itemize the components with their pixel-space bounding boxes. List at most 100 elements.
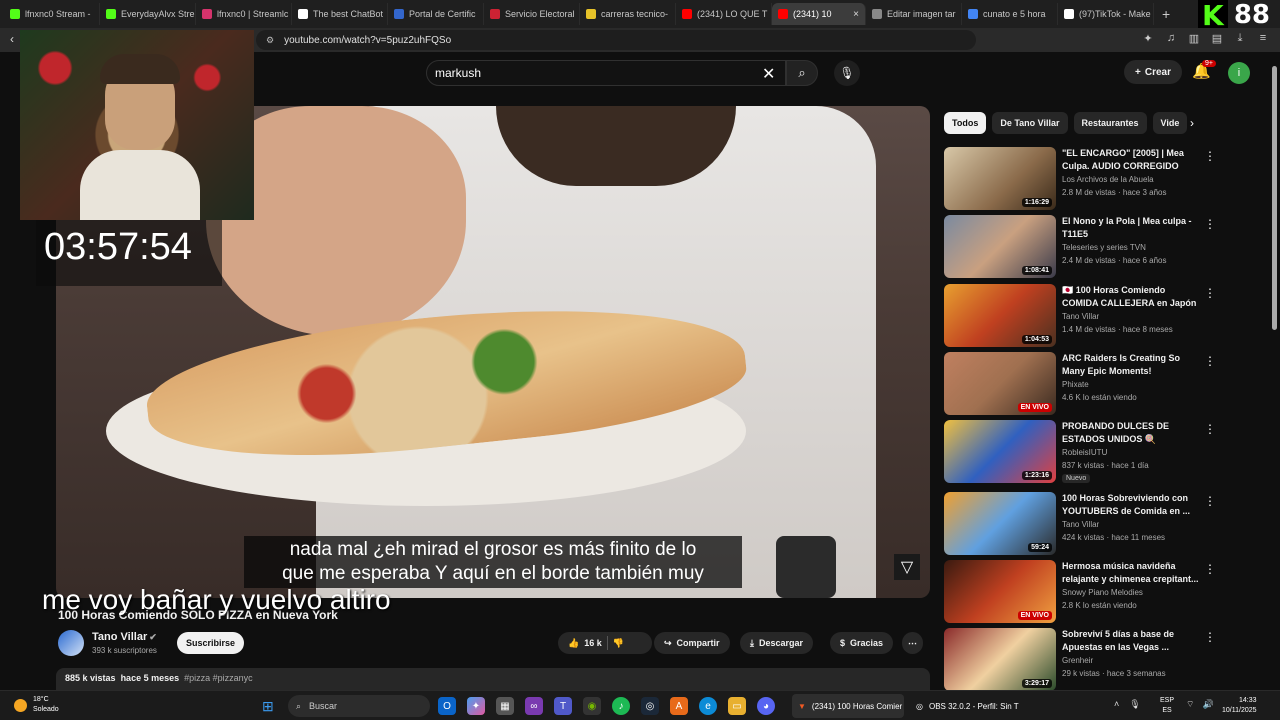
recommended-video[interactable]: 1:23:16 PROBANDO DULCES DE ESTADOS UNIDOS…	[944, 420, 1216, 484]
video-channel[interactable]: Tano Villar	[1062, 520, 1099, 529]
filter-chip[interactable]: Vide	[1152, 112, 1188, 134]
video-thumbnail[interactable]: EN VIVO	[944, 352, 1056, 415]
browser-tab[interactable]: (97)TikTok - Make	[1058, 3, 1154, 25]
file-explorer-icon[interactable]: ▭	[728, 697, 746, 715]
video-menu-icon[interactable]: ⋮	[1204, 354, 1216, 368]
weather-widget[interactable]: 18°C Soleado	[14, 695, 59, 715]
browser-tab[interactable]: lfnxnc0 Stream -	[4, 3, 100, 25]
video-title[interactable]: ARC Raiders Is Creating So Many Epic Mom…	[1062, 352, 1202, 378]
share-button[interactable]: ↪ Compartir	[654, 632, 730, 654]
video-thumbnail[interactable]: 3:29:17	[944, 628, 1056, 691]
extensions-icon[interactable]: ✦	[1141, 32, 1155, 45]
browser-tab[interactable]: carreras tecnico-	[580, 3, 676, 25]
video-menu-icon[interactable]: ⋮	[1204, 562, 1216, 576]
wifi-icon[interactable]: ⌔	[1186, 699, 1194, 710]
video-menu-icon[interactable]: ⋮	[1204, 630, 1216, 644]
description-box[interactable]: 885 k vistas hace 5 meses #pizza #pizzan…	[56, 668, 930, 690]
subscribe-button[interactable]: Suscribirse	[177, 632, 244, 654]
chevron-up-icon[interactable]: ˄	[1114, 699, 1119, 710]
copilot-icon[interactable]: ✦	[467, 697, 485, 715]
app-orange-icon[interactable]: A	[670, 697, 688, 715]
page-scrollbar[interactable]	[1270, 56, 1278, 696]
video-channel[interactable]: Tano Villar	[1062, 312, 1099, 321]
video-title[interactable]: "EL ENCARGO" [2005] | Mea Culpa. AUDIO C…	[1062, 147, 1202, 173]
new-tab-icon[interactable]: +	[1162, 6, 1170, 22]
video-title[interactable]: Hermosa música navideña relajante y chim…	[1062, 560, 1202, 586]
video-title[interactable]: 🇯🇵 100 Horas Comiendo COMIDA CALLEJERA e…	[1062, 284, 1202, 310]
video-thumbnail[interactable]: EN VIVO	[944, 560, 1056, 623]
video-title[interactable]: PROBANDO DULCES DE ESTADOS UNIDOS 🍭	[1062, 420, 1202, 446]
video-channel[interactable]: Snowy Piano Melodies	[1062, 588, 1143, 597]
discord-icon[interactable]: ◕	[757, 697, 775, 715]
video-channel[interactable]: Grenheir	[1062, 656, 1093, 665]
browser-tab[interactable]: Servicio Electoral	[484, 3, 580, 25]
store-icon[interactable]: ▦	[496, 697, 514, 715]
volume-icon[interactable]: 🔊	[1202, 699, 1213, 710]
windows-start-icon[interactable]: ⊞	[262, 698, 274, 715]
back-arrow-icon[interactable]: ‹	[10, 32, 14, 46]
recommended-video[interactable]: 59:24 100 Horas Sobreviviendo con YOUTUBE…	[944, 492, 1216, 556]
video-channel[interactable]: RobleisIUTU	[1062, 448, 1107, 457]
filter-chip[interactable]: Todos	[944, 112, 987, 134]
teams-icon[interactable]: T	[554, 697, 572, 715]
nvidia-icon[interactable]: ◉	[583, 697, 601, 715]
video-thumbnail[interactable]: 1:04:53	[944, 284, 1056, 347]
chevron-right-icon[interactable]: ›	[1190, 116, 1194, 130]
language-indicator[interactable]: ESP ES	[1160, 696, 1174, 716]
recommended-video[interactable]: EN VIVO ARC Raiders Is Creating So Many E…	[944, 352, 1216, 416]
browser-tab[interactable]: cunato e 5 hora	[962, 3, 1058, 25]
dislike-icon[interactable]: 👎	[613, 638, 624, 649]
site-info-icon[interactable]: ⚙	[266, 35, 274, 46]
like-count[interactable]: 16 k	[584, 638, 602, 648]
recommended-video[interactable]: 1:04:53 🇯🇵 100 Horas Comiendo COMIDA CALL…	[944, 284, 1216, 348]
edge-icon[interactable]: e	[699, 697, 717, 715]
video-thumbnail[interactable]: 59:24	[944, 492, 1056, 555]
video-thumbnail[interactable]: 1:23:16	[944, 420, 1056, 483]
media-icon[interactable]: ♫	[1164, 32, 1178, 45]
video-title[interactable]: 100 Horas Sobreviviendo con YOUTUBERS de…	[1062, 492, 1202, 518]
tab-close-icon[interactable]: ×	[853, 9, 859, 20]
wallet-icon[interactable]: ▤	[1210, 32, 1224, 45]
video-title[interactable]: Sobreviví 5 días a base de Apuestas en l…	[1062, 628, 1202, 654]
browser-tab[interactable]: (2341) 10 ×	[772, 3, 866, 25]
taskbar-search[interactable]: ⌕ Buscar	[288, 695, 430, 717]
voice-search-button[interactable]: 🎙	[834, 60, 860, 86]
outlook-icon[interactable]: O	[438, 697, 456, 715]
microphone-tray-icon[interactable]: 🎙	[1129, 699, 1140, 710]
browser-tab[interactable]: EverydayAlvx Stre	[100, 3, 196, 25]
video-menu-icon[interactable]: ⋮	[1204, 422, 1216, 436]
video-menu-icon[interactable]: ⋮	[1204, 217, 1216, 231]
sidebar-icon[interactable]: ▥	[1187, 32, 1201, 45]
download-icon[interactable]: ⤓	[1233, 32, 1247, 45]
taskbar-clock[interactable]: 14:33 10/11/2025	[1222, 696, 1257, 716]
recommended-video[interactable]: 1:16:29 "EL ENCARGO" [2005] | Mea Culpa. …	[944, 147, 1216, 211]
video-channel[interactable]: Los Archivos de la Abuela	[1062, 175, 1154, 184]
hashtags[interactable]: #pizza #pizzanyc	[184, 673, 253, 683]
recommended-video[interactable]: EN VIVO Hermosa música navideña relajante…	[944, 560, 1216, 624]
video-menu-icon[interactable]: ⋮	[1204, 149, 1216, 163]
like-icon[interactable]: 👍	[568, 638, 579, 649]
search-button[interactable]: ⌕	[786, 60, 818, 86]
video-thumbnail[interactable]: 1:08:41	[944, 215, 1056, 278]
video-channel[interactable]: Phixate	[1062, 380, 1089, 389]
recommended-video[interactable]: 3:29:17 Sobreviví 5 días a base de Apuest…	[944, 628, 1216, 692]
visual-studio-icon[interactable]: ∞	[525, 697, 543, 715]
taskbar-window-browser[interactable]: ▼ (2341) 100 Horas Comier	[792, 694, 904, 718]
thanks-button[interactable]: $ Gracias	[830, 632, 894, 654]
browser-tab[interactable]: The best ChatBot	[292, 3, 388, 25]
url-field[interactable]: ⚙ youtube.com/watch?v=5puz2uhFQSo	[256, 30, 976, 50]
channel-name[interactable]: Tano Villar ✔	[92, 631, 157, 643]
search-input[interactable]: markush	[426, 60, 786, 86]
channel-avatar[interactable]	[58, 630, 84, 656]
more-actions-button[interactable]: ⋯	[902, 632, 923, 654]
video-menu-icon[interactable]: ⋮	[1204, 494, 1216, 508]
video-thumbnail[interactable]: 1:16:29	[944, 147, 1056, 210]
browser-tab[interactable]: (2341) LO QUE T	[676, 3, 772, 25]
browser-tab[interactable]: lfnxnc0 | Streamlc	[196, 3, 292, 25]
video-title[interactable]: El Nono y la Pola | Mea culpa - T11E5	[1062, 215, 1202, 241]
clear-search-icon[interactable]: ✕	[762, 64, 775, 84]
video-menu-icon[interactable]: ⋮	[1204, 286, 1216, 300]
taskbar-window-obs[interactable]: ◎ OBS 32.0.2 - Perfil: Sin T	[910, 694, 1024, 718]
filter-chip[interactable]: De Tano Villar	[992, 112, 1068, 134]
recommended-video[interactable]: 1:08:41 El Nono y la Pola | Mea culpa - T…	[944, 215, 1216, 279]
